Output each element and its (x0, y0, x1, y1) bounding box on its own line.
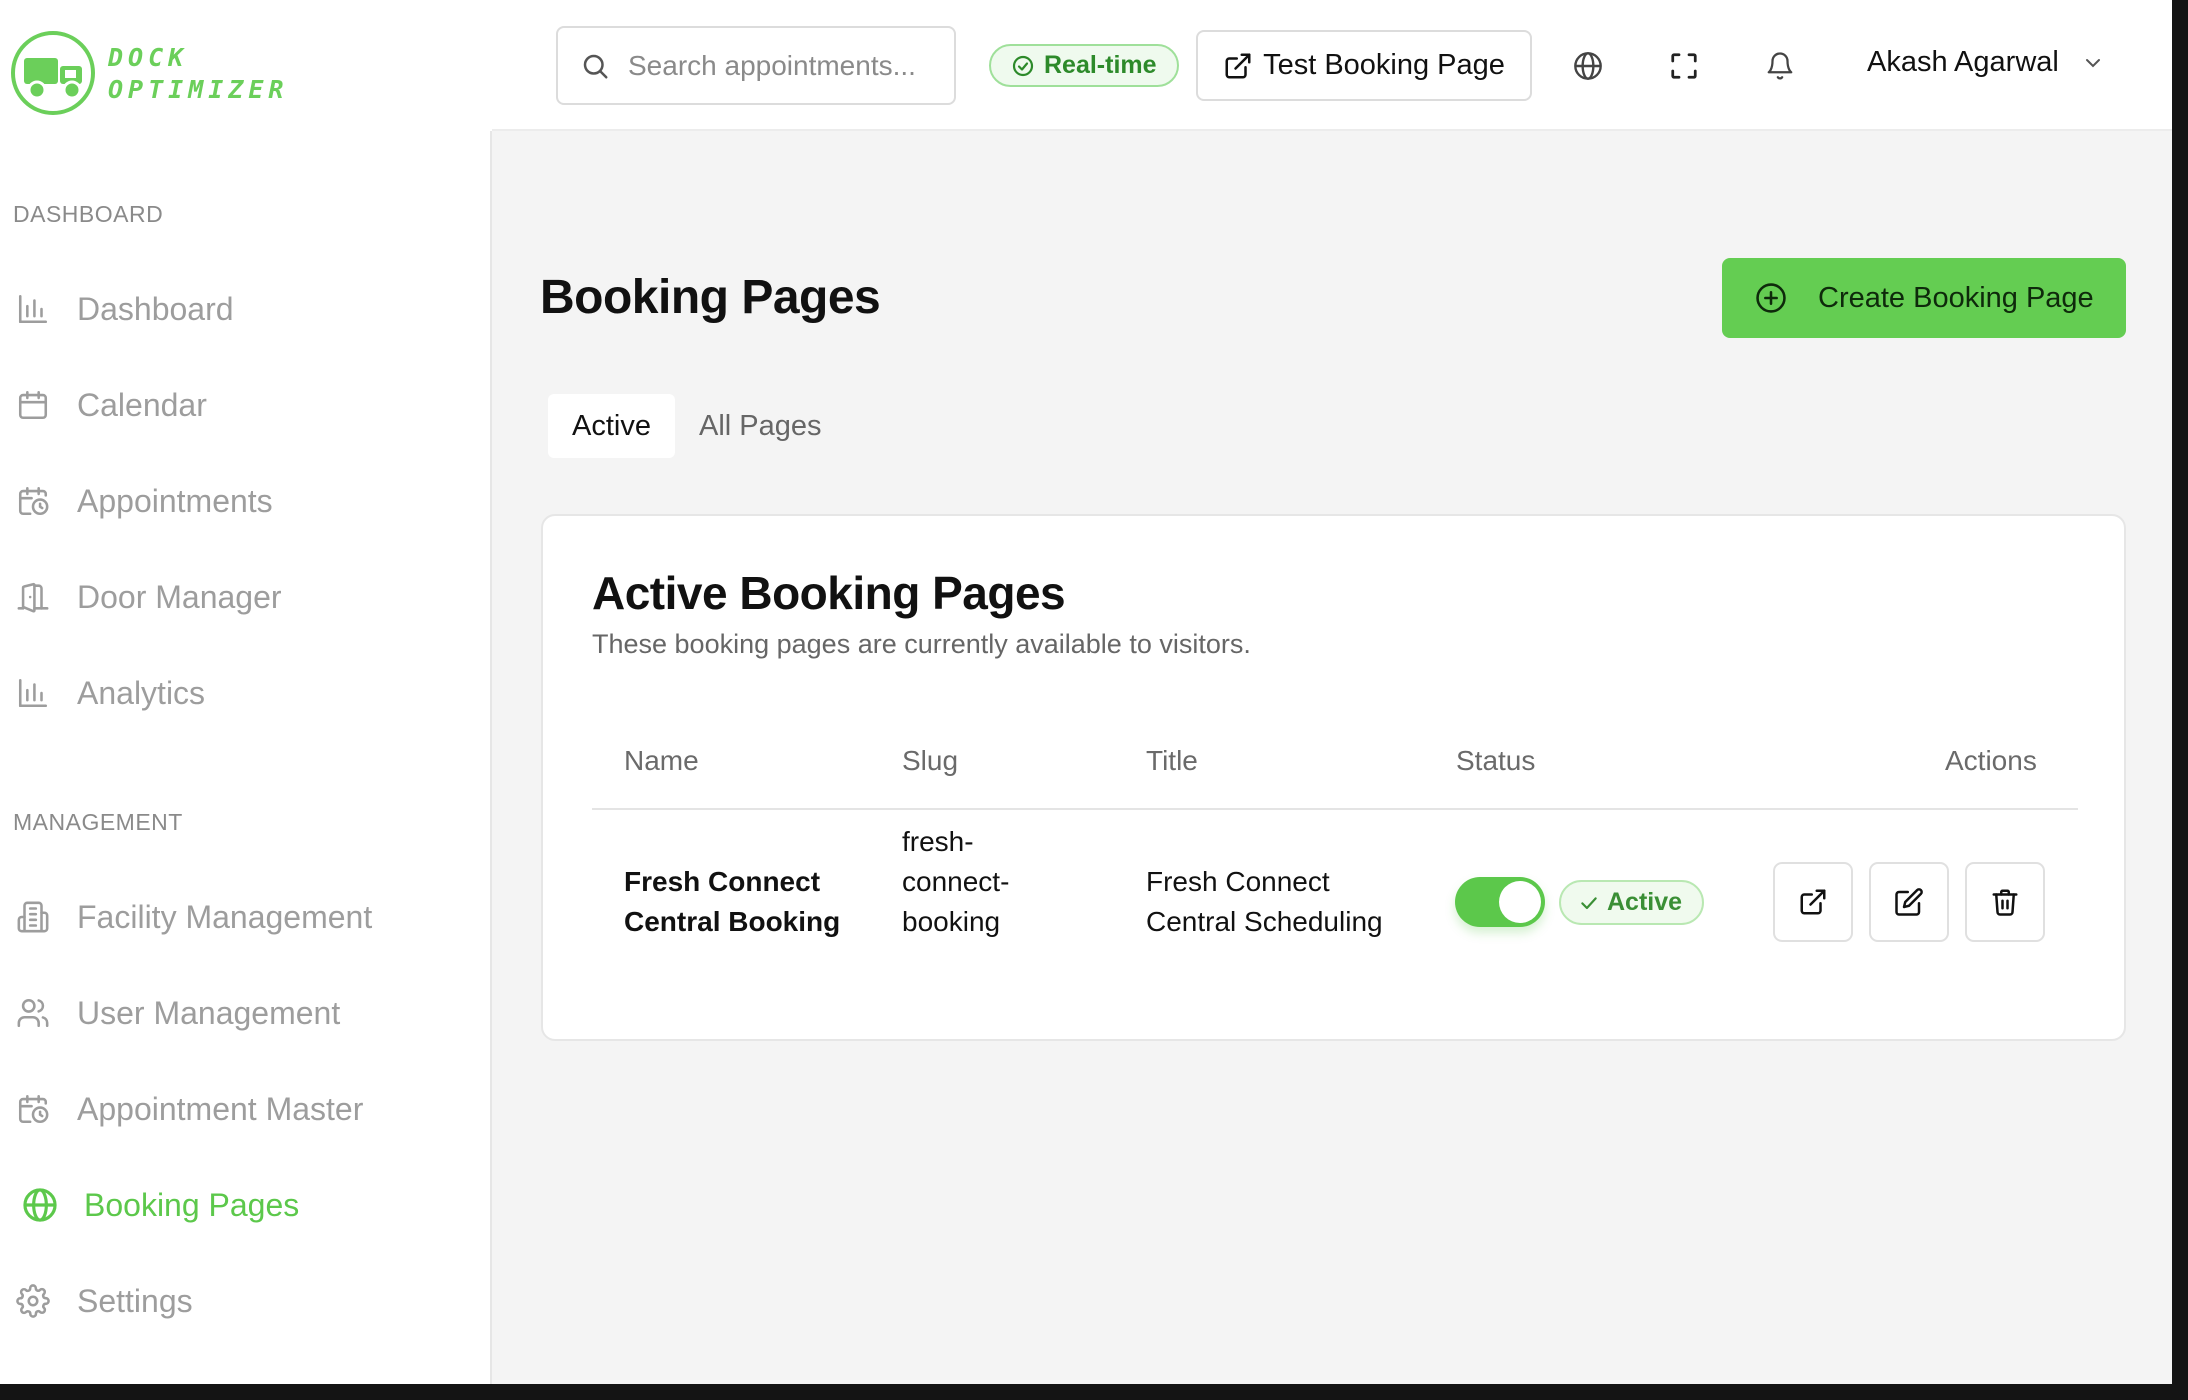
trash-icon (1992, 889, 2018, 916)
active-booking-pages-card: Active Booking Pages These booking pages… (541, 514, 2126, 1041)
section-label-management: MANAGEMENT (13, 809, 183, 835)
cell-slug-line2: connect- (902, 866, 1010, 897)
column-header-slug: Slug (902, 745, 959, 776)
gear-icon (13, 1281, 53, 1321)
column-header-actions: Actions (1945, 745, 2037, 776)
sidebar-item-label: Facility Management (77, 898, 373, 935)
realtime-badge: Real-time (989, 44, 1179, 87)
sidebar-item-label: Appointment Master (77, 1090, 364, 1127)
sidebar-item-label: Booking Pages (84, 1186, 300, 1223)
user-menu[interactable]: Akash Agarwal (1867, 46, 2105, 79)
notifications-button[interactable] (1760, 46, 1800, 86)
cell-slug-line3: booking (902, 906, 1001, 937)
logo-text: DOCK OPTIMIZER (108, 42, 288, 106)
delete-booking-page-button[interactable] (1965, 862, 2045, 942)
tabs: Active All Pages (548, 394, 846, 458)
sidebar-item-door-manager[interactable]: Door Manager (0, 562, 492, 632)
globe-icon (20, 1185, 60, 1225)
cell-slug-line1: fresh- (902, 826, 974, 857)
sidebar-item-label: Settings (77, 1282, 193, 1319)
sidebar-item-settings[interactable]: Settings (0, 1266, 492, 1336)
status-toggle[interactable] (1455, 877, 1545, 927)
sidebar-item-label: User Management (77, 994, 341, 1031)
card-title: Active Booking Pages (592, 567, 1066, 619)
cell-title: Fresh Connect Central Scheduling (1146, 862, 1383, 942)
plus-circle-icon (1756, 283, 1786, 313)
logo-text-line1: DOCK (108, 43, 189, 72)
open-booking-page-button[interactable] (1773, 862, 1853, 942)
sidebar-item-label: Analytics (77, 674, 206, 711)
status-badge-label: Active (1607, 888, 1683, 916)
sidebar-item-analytics[interactable]: Analytics (0, 658, 492, 728)
column-header-status: Status (1456, 745, 1536, 776)
page-title: Booking Pages (540, 271, 881, 324)
toggle-knob (1499, 881, 1541, 923)
sidebar-item-label: Calendar (77, 386, 207, 423)
building-icon (13, 897, 53, 937)
sidebar-item-appointment-master[interactable]: Appointment Master (0, 1074, 492, 1144)
create-booking-page-button[interactable]: Create Booking Page (1722, 258, 2126, 338)
fullscreen-button[interactable] (1664, 46, 1704, 86)
sidebar-item-label: Dashboard (77, 290, 234, 327)
sidebar-item-appointments[interactable]: Appointments (0, 466, 492, 536)
calendar-icon (13, 385, 53, 425)
search-input[interactable] (628, 49, 948, 82)
sidebar-item-facility-management[interactable]: Facility Management (0, 882, 492, 952)
sidebar-item-dashboard[interactable]: Dashboard (0, 274, 492, 344)
cell-title-line2: Central Scheduling (1146, 906, 1383, 937)
sidebar-item-user-management[interactable]: User Management (0, 978, 492, 1048)
chevron-down-icon (2085, 58, 2100, 67)
edit-icon (1895, 888, 1923, 916)
tab-all-pages[interactable]: All Pages (675, 394, 846, 458)
table-header-divider (592, 808, 2078, 810)
bar-chart-icon (13, 289, 53, 329)
calendar-clock-icon (13, 481, 53, 521)
fullscreen-icon (1671, 53, 1697, 79)
logo[interactable]: DOCK OPTIMIZER (0, 0, 492, 146)
calendar-clock-icon (13, 1089, 53, 1129)
external-link-icon (1800, 889, 1826, 915)
logo-text-line2: OPTIMIZER (108, 75, 289, 104)
bell-icon (1767, 52, 1793, 80)
globe-icon (1574, 52, 1602, 80)
card-subtitle: These booking pages are currently availa… (592, 629, 1251, 659)
search-icon (583, 54, 608, 78)
column-header-name: Name (624, 745, 699, 776)
truck-logo-icon (11, 31, 95, 115)
user-name: Akash Agarwal (1867, 46, 2059, 78)
external-link-icon (1225, 53, 1251, 78)
cell-slug: fresh- connect- booking (902, 822, 1009, 942)
tab-active[interactable]: Active (548, 394, 675, 458)
cell-name-line2: Central Booking (624, 906, 841, 937)
section-label-dashboard: DASHBOARD (13, 201, 164, 227)
door-icon (13, 577, 53, 617)
test-booking-page-label: Test Booking Page (1263, 49, 1505, 81)
sidebar-item-label: Appointments (77, 482, 273, 519)
cell-title-line1: Fresh Connect (1146, 866, 1330, 897)
app-window: Real-time Test Booking Page Akash Agarwa… (0, 0, 2172, 1384)
column-header-title: Title (1146, 745, 1198, 776)
cell-name-line1: Fresh Connect (624, 866, 821, 897)
sidebar-item-label: Door Manager (77, 578, 282, 615)
edit-booking-page-button[interactable] (1869, 862, 1949, 942)
realtime-label: Real-time (1044, 51, 1157, 79)
sidebar-item-calendar[interactable]: Calendar (0, 370, 492, 440)
check-circle-icon (1012, 55, 1034, 76)
language-button[interactable] (1568, 46, 1608, 86)
users-icon (13, 993, 53, 1033)
status-badge: Active (1559, 880, 1705, 925)
sidebar: DASHBOARD Dashboard Calendar Appointment… (0, 131, 492, 1384)
create-booking-page-label: Create Booking Page (1818, 281, 2094, 314)
check-icon (1581, 896, 1597, 909)
cell-name: Fresh Connect Central Booking (624, 862, 840, 942)
search-box[interactable] (556, 26, 956, 105)
sidebar-item-booking-pages[interactable]: Booking Pages (0, 1170, 492, 1240)
test-booking-page-button[interactable]: Test Booking Page (1196, 30, 1532, 101)
bar-chart-icon (13, 673, 53, 713)
